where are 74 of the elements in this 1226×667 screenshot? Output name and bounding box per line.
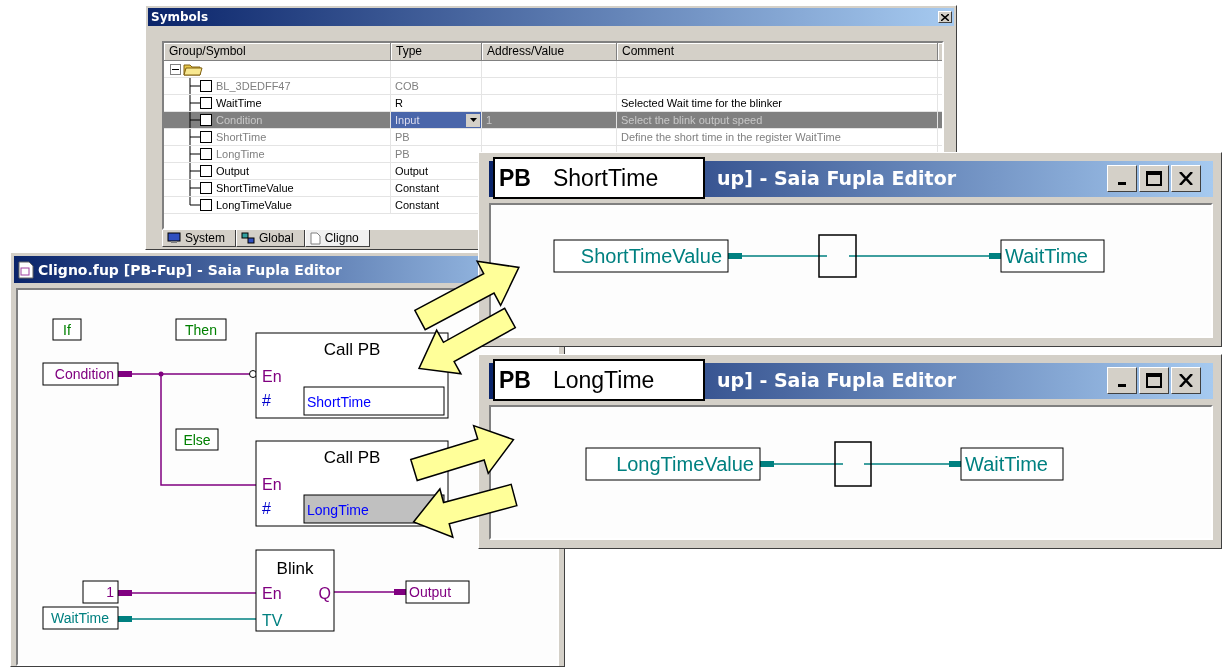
- parameter-field[interactable]: ShortTime: [303, 386, 445, 416]
- pin-label: En: [262, 368, 282, 385]
- symbol-label[interactable]: WaitTime: [1000, 239, 1105, 273]
- close-button[interactable]: [938, 11, 952, 23]
- type-cell: PB: [391, 129, 482, 145]
- function-block[interactable]: [255, 549, 335, 632]
- caret-icon: [469, 118, 477, 122]
- document-icon: [18, 260, 34, 279]
- close-icon: [1179, 374, 1193, 387]
- symbol-cell[interactable]: ShortTimeValue: [164, 180, 391, 196]
- type-dropdown[interactable]: Input: [391, 112, 481, 128]
- pin-label: #: [262, 392, 271, 409]
- type-cell: COB: [391, 78, 482, 94]
- pin-label: TV: [262, 612, 283, 629]
- symbol-cell[interactable]: LongTimeValue: [164, 197, 391, 213]
- pin-label: En: [262, 585, 282, 602]
- close-button[interactable]: [1171, 165, 1201, 192]
- tab[interactable]: System: [162, 230, 236, 247]
- symbol-label[interactable]: Condition: [42, 362, 119, 386]
- close-icon: [1179, 172, 1193, 185]
- column-header[interactable]: Type: [391, 43, 482, 61]
- block-title: Blink: [276, 559, 314, 578]
- pin-label: Q: [318, 585, 331, 602]
- computer-icon: [167, 232, 181, 244]
- symbol-label[interactable]: Output: [405, 580, 470, 604]
- comment-label: Else: [175, 428, 219, 451]
- minimize-button[interactable]: [1107, 165, 1137, 192]
- column-header[interactable]: Group/Symbol: [164, 43, 391, 61]
- tab[interactable]: Global: [236, 230, 305, 247]
- callout-label: PB ShortTime: [493, 157, 705, 199]
- network-icon: [241, 232, 255, 244]
- maximize-button[interactable]: [1139, 367, 1169, 394]
- address-cell: 1: [482, 112, 617, 128]
- maximize-icon: [1146, 171, 1162, 186]
- symbol-label[interactable]: 1: [82, 580, 119, 604]
- symbol-cell[interactable]: BL_3DEDFF47: [164, 78, 391, 94]
- comment-cell: Selected Wait time for the blinker: [617, 95, 938, 111]
- comment-cell: Define the short time in the register WaitTime: [617, 129, 938, 145]
- pin-label: En: [262, 476, 282, 493]
- close-button[interactable]: [1171, 367, 1201, 394]
- symbol-cell[interactable]: Output: [164, 163, 391, 179]
- function-block[interactable]: [834, 441, 872, 487]
- window-title: up] - Saia Fupla Editor: [717, 167, 957, 189]
- column-header[interactable]: Comment: [617, 43, 938, 61]
- type-cell: R: [391, 95, 482, 111]
- comment-label: Then: [175, 318, 227, 341]
- column-header[interactable]: Address/Value: [482, 43, 617, 61]
- symbol-cell[interactable]: LongTime: [164, 146, 391, 162]
- window-title: Symbols: [151, 10, 209, 24]
- collapse-toggle-icon[interactable]: [170, 63, 181, 75]
- minimize-icon: [1118, 181, 1126, 185]
- window-title: up] - Saia Fupla Editor: [717, 369, 957, 391]
- symbol-label[interactable]: ShortTimeValue: [553, 239, 729, 273]
- symbol-label[interactable]: WaitTime: [960, 447, 1064, 481]
- block-title: Call PB: [323, 448, 381, 467]
- comment-cell: Select the blink output speed: [617, 112, 938, 128]
- comment-label: If: [52, 318, 82, 341]
- function-block[interactable]: [818, 234, 857, 278]
- maximize-button[interactable]: [1139, 165, 1169, 192]
- folder-icon: [183, 62, 203, 76]
- maximize-icon: [1146, 373, 1162, 388]
- symbol-cell[interactable]: ShortTime: [164, 129, 391, 145]
- minimize-button[interactable]: [1107, 367, 1137, 394]
- tab[interactable]: Cligno: [304, 230, 370, 247]
- callout-label: PB LongTime: [493, 359, 705, 401]
- symbol-cell[interactable]: WaitTime: [164, 95, 391, 111]
- close-icon: [941, 13, 949, 21]
- symbol-label[interactable]: LongTimeValue: [585, 447, 761, 481]
- minimize-icon: [1118, 383, 1126, 387]
- document-icon: [309, 231, 321, 245]
- block-title: Call PB: [323, 340, 381, 359]
- window-title: Cligno.fup [PB-Fup] - Saia Fupla Editor: [38, 261, 342, 278]
- symbol-label[interactable]: WaitTime: [42, 606, 119, 630]
- pin-label: #: [262, 500, 271, 517]
